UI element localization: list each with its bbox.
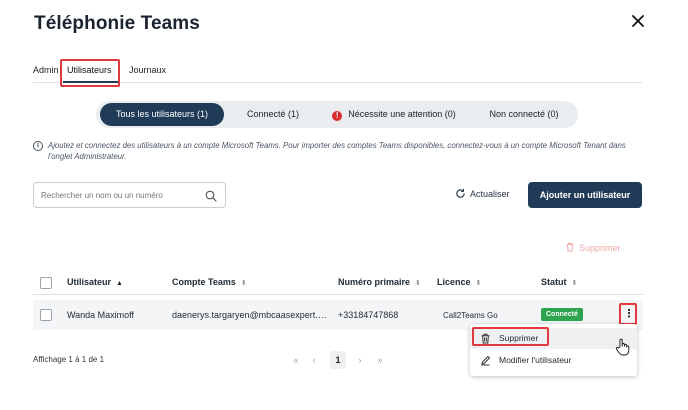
hand-cursor-icon xyxy=(615,338,630,356)
tab-admin[interactable]: Admin xyxy=(33,65,59,75)
filter-needs-attention-label: Nécessite une attention (0) xyxy=(348,109,456,119)
filter-connected[interactable]: Connecté (1) xyxy=(238,103,308,126)
add-user-button[interactable]: Ajouter un utilisateur xyxy=(528,182,642,208)
tab-bar: Admin Utilisateurs Journaux xyxy=(33,61,642,83)
sort-icon: ⬍ xyxy=(571,280,578,287)
trash-icon xyxy=(481,333,490,344)
filter-all-users[interactable]: Tous les utilisateurs (1) xyxy=(100,103,224,126)
menu-item-delete-label: Supprimer xyxy=(499,333,539,343)
column-header-status[interactable]: Statut ⬍ xyxy=(541,277,577,287)
close-icon[interactable] xyxy=(630,13,646,29)
info-text: i Ajoutez et connectez des utilisateurs … xyxy=(33,140,643,162)
info-icon: i xyxy=(33,141,43,151)
search-input[interactable] xyxy=(41,188,201,203)
dialog-title: Téléphonie Teams xyxy=(34,13,200,34)
sort-asc-icon: ▲ xyxy=(116,280,123,287)
cell-primary-number: +33184747868 xyxy=(338,310,399,320)
table-header: Utilisateur ▲ Compte Teams ⬍ Numéro primai… xyxy=(33,271,643,295)
filter-bar: Tous les utilisateurs (1) Connecté (1) !… xyxy=(96,101,578,128)
refresh-label: Actualiser xyxy=(470,189,510,199)
sort-icon: ⬍ xyxy=(240,280,247,287)
delete-label: Supprimer xyxy=(579,243,621,253)
pagination-summary: Affichage 1 à 1 de 1 xyxy=(33,355,105,364)
delete-button[interactable]: Supprimer xyxy=(565,242,621,253)
last-page-icon[interactable]: » xyxy=(372,351,388,369)
search-icon[interactable] xyxy=(205,190,217,202)
row-checkbox[interactable] xyxy=(40,309,52,321)
menu-item-edit-label: Modifier l'utilisateur xyxy=(499,355,572,365)
trash-icon xyxy=(566,242,574,252)
column-header-license[interactable]: Licence ⬍ xyxy=(437,277,481,287)
cell-license: Call2Teams Go xyxy=(443,311,498,320)
column-header-primary-number[interactable]: Numéro primaire ⬍ xyxy=(338,277,421,287)
cell-teams-account: daenerys.targaryen@mbcaasexpert.com xyxy=(172,310,327,320)
info-line-2: l'onglet Administrateur. xyxy=(48,152,127,161)
tab-utilisateurs[interactable]: Utilisateurs xyxy=(67,65,112,75)
next-page-icon[interactable]: › xyxy=(352,351,368,369)
cell-user: Wanda Maximoff xyxy=(67,310,135,320)
info-line-1: Ajoutez et connectez des utilisateurs à … xyxy=(48,141,626,150)
menu-item-delete[interactable]: Supprimer xyxy=(470,328,637,349)
status-badge: Connecté xyxy=(541,308,583,321)
refresh-button[interactable]: Actualiser xyxy=(455,188,510,199)
select-all-checkbox[interactable] xyxy=(40,277,52,289)
page-1-button[interactable]: 1 xyxy=(330,351,346,369)
prev-page-icon[interactable]: ‹ xyxy=(306,351,322,369)
search-box xyxy=(33,182,226,208)
context-menu: Supprimer Modifier l'utilisateur xyxy=(470,324,637,376)
active-tab-indicator xyxy=(63,81,119,83)
menu-item-edit-user[interactable]: Modifier l'utilisateur xyxy=(470,350,637,371)
column-header-user[interactable]: Utilisateur ▲ xyxy=(67,277,123,287)
filter-needs-attention[interactable]: ! Nécessite une attention (0) xyxy=(324,103,464,126)
filter-not-connected[interactable]: Non connecté (0) xyxy=(476,103,572,126)
pencil-icon xyxy=(481,355,491,366)
warning-icon: ! xyxy=(332,111,343,121)
sort-icon: ⬍ xyxy=(415,280,421,287)
refresh-icon xyxy=(456,188,465,198)
first-page-icon[interactable]: « xyxy=(288,351,304,369)
more-options-icon[interactable]: ⋮ xyxy=(621,305,637,324)
tab-journaux[interactable]: Journaux xyxy=(129,65,166,75)
column-header-teams-account[interactable]: Compte Teams ⬍ xyxy=(172,277,247,287)
sort-icon: ⬍ xyxy=(475,280,482,287)
